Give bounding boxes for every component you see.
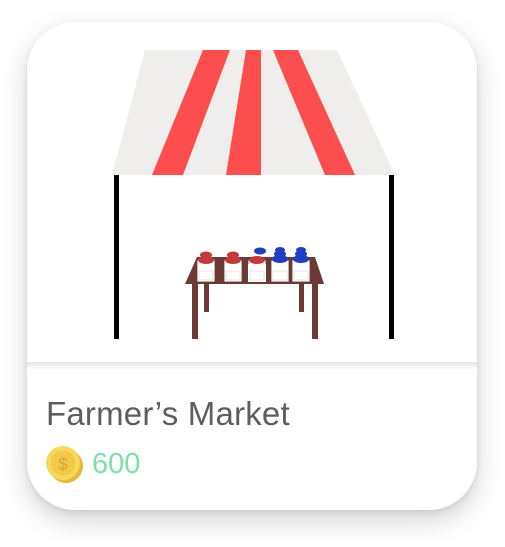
item-title: Farmer’s Market xyxy=(46,395,290,432)
card-divider xyxy=(27,362,477,370)
left-pole xyxy=(114,175,119,339)
farmers-market-card[interactable]: Farmer’s Market $ 600 xyxy=(27,22,477,510)
item-price: 600 xyxy=(92,447,141,480)
coin-icon: $ xyxy=(46,446,83,483)
svg-text:$: $ xyxy=(58,455,68,474)
market-stall-icon xyxy=(27,22,477,362)
produce-crates xyxy=(196,247,311,283)
price-row: $ 600 xyxy=(44,442,140,486)
right-pole xyxy=(389,175,394,339)
